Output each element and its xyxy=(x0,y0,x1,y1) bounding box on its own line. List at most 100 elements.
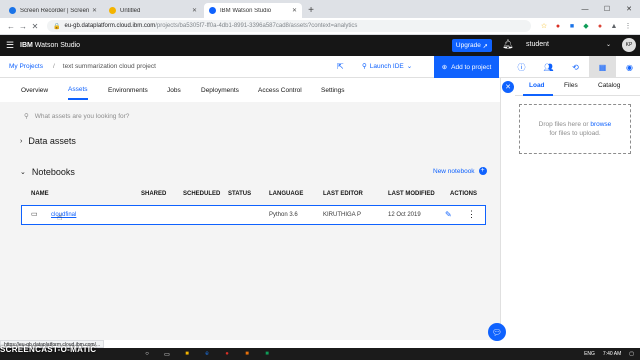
panel-tab-load[interactable]: Load xyxy=(529,82,545,93)
notebook-icon: ▭ xyxy=(31,211,38,218)
assets-main: ⚲ What assets are you looking for? › Dat… xyxy=(0,102,500,340)
system-tray: ENG 7:40 AM ▢ xyxy=(584,348,634,360)
browser-tab-screencast[interactable]: Screen Recorder | Screencast-O ✕ xyxy=(4,3,102,18)
browse-link[interactable]: browse xyxy=(590,121,611,128)
url-input[interactable]: 🔒 eu-gb.dataplatform.cloud.ibm.com/proje… xyxy=(47,20,531,32)
tab-settings[interactable]: Settings xyxy=(321,87,345,99)
tray-lang[interactable]: ENG xyxy=(584,351,595,357)
table-row[interactable]: ▭ cloudfinal Python 3.6 KIRUTHIGA P 12 O… xyxy=(21,205,486,225)
plus-icon: + xyxy=(478,167,487,175)
tab-environments[interactable]: Environments xyxy=(108,87,148,99)
tab-access-control[interactable]: Access Control xyxy=(258,87,302,99)
drop-line1: Drop files here or xyxy=(538,121,589,128)
tab-deployments[interactable]: Deployments xyxy=(201,87,239,99)
panel-tab-catalog[interactable]: Catalog xyxy=(598,82,620,93)
export-icon[interactable]: ⇱ xyxy=(337,62,344,71)
window-controls: — ☐ ✕ xyxy=(574,0,640,18)
cell-language: Python 3.6 xyxy=(269,212,298,218)
extension-icon[interactable]: ▲ xyxy=(608,21,620,31)
launch-ide-button[interactable]: ⚲ Launch IDE ⌄ xyxy=(362,62,412,71)
mouse-cursor-icon: ☝︎ xyxy=(57,212,63,222)
stop-icon[interactable]: ✕ xyxy=(29,22,41,31)
close-tab-icon[interactable]: ✕ xyxy=(92,7,97,14)
add-to-project-button[interactable]: ⊕ Add to project xyxy=(434,56,499,78)
maximize-icon[interactable]: ☐ xyxy=(596,0,618,18)
chevron-down-icon[interactable]: ⌄ xyxy=(606,41,611,48)
collaborators-icon[interactable]: 👥︎ xyxy=(535,56,562,78)
notebooks-section[interactable]: ⌄ Notebooks xyxy=(20,167,75,177)
app-icon[interactable]: ■ xyxy=(260,349,274,359)
search-taskbar-icon[interactable]: ○ xyxy=(140,349,154,359)
rocket-icon: ➚ xyxy=(482,42,489,50)
asset-search[interactable]: ⚲ What assets are you looking for? xyxy=(24,112,130,121)
compass-icon[interactable]: ◉ xyxy=(616,56,640,78)
url-host: eu-gb.dataplatform.cloud.ibm.com xyxy=(64,23,156,29)
chat-support-button[interactable]: 💬︎ xyxy=(488,323,506,341)
extension-icon[interactable]: ● xyxy=(594,21,606,31)
brand-product: Watson Studio xyxy=(32,42,81,49)
edit-pencil-icon[interactable]: ✎ xyxy=(445,210,452,219)
tray-clock[interactable]: 7:40 AM xyxy=(603,351,621,357)
back-icon[interactable]: ← xyxy=(5,22,17,31)
column-header-shared[interactable]: SHARED xyxy=(141,191,166,197)
launch-icon: ⚲ xyxy=(362,63,367,70)
new-notebook-button[interactable]: New notebook + xyxy=(433,167,487,175)
column-header-last-editor[interactable]: LAST EDITOR xyxy=(323,191,363,197)
extension-icon[interactable]: ◆ xyxy=(580,21,592,31)
account-name[interactable]: student xyxy=(526,41,549,48)
panel-tab-files[interactable]: Files xyxy=(564,82,578,93)
new-tab-button[interactable]: + xyxy=(304,5,318,16)
close-tab-icon[interactable]: ✕ xyxy=(292,7,297,14)
tab-jobs[interactable]: Jobs xyxy=(167,87,181,99)
avatar[interactable]: KP xyxy=(622,38,636,52)
search-input[interactable]: What assets are you looking for? xyxy=(35,113,130,120)
notebook-name-link[interactable]: cloudfinal xyxy=(51,212,76,218)
tab-overview[interactable]: Overview xyxy=(21,87,48,99)
browser-tab-untitled[interactable]: Untitled ✕ xyxy=(104,3,202,18)
chrome-icon[interactable]: ● xyxy=(220,349,234,359)
column-header-status[interactable]: STATUS xyxy=(228,191,251,197)
forward-icon[interactable]: → xyxy=(17,22,29,31)
upgrade-label: Upgrade xyxy=(455,42,481,49)
app-icon[interactable]: ■ xyxy=(240,349,254,359)
upgrade-button[interactable]: Upgrade ➚ xyxy=(452,39,492,52)
app-brand[interactable]: IBM Watson Studio xyxy=(20,42,80,49)
drop-zone-text: Drop files here or browse xyxy=(539,120,612,129)
column-header-name[interactable]: NAME xyxy=(31,191,49,197)
overflow-menu-icon[interactable]: ⋮ xyxy=(467,209,476,220)
file-explorer-icon[interactable]: ■ xyxy=(180,349,194,359)
panel-tab-indicator xyxy=(523,94,553,96)
edge-icon[interactable]: e xyxy=(200,349,214,359)
column-header-scheduled[interactable]: SCHEDULED xyxy=(183,191,220,197)
extension-icon[interactable]: ● xyxy=(552,21,564,31)
data-assets-section[interactable]: › Data assets xyxy=(20,136,76,146)
browser-menu-icon[interactable]: ⋮ xyxy=(622,21,634,31)
lock-icon: 🔒 xyxy=(53,23,61,30)
column-header-language[interactable]: LANGUAGE xyxy=(269,191,303,197)
info-icon[interactable]: ⓘ xyxy=(508,56,535,78)
search-icon: ⚲ xyxy=(24,113,29,120)
history-icon[interactable]: ⟲ xyxy=(562,56,589,78)
column-header-last-modified[interactable]: LAST MODIFIED xyxy=(388,191,435,197)
close-panel-icon[interactable]: ✕ xyxy=(502,81,514,93)
new-notebook-label: New notebook xyxy=(433,167,475,175)
hamburger-menu-icon[interactable]: ☰ xyxy=(0,40,20,51)
breadcrumb-my-projects[interactable]: My Projects xyxy=(9,63,43,70)
close-tab-icon[interactable]: ✕ xyxy=(192,7,197,14)
extension-icon[interactable]: ■ xyxy=(566,21,578,31)
browser-tab-watson[interactable]: IBM Watson Studio ✕ xyxy=(204,3,302,18)
bookmark-star-icon[interactable]: ☆ xyxy=(538,21,550,31)
chat-icon: 💬︎ xyxy=(491,327,503,337)
breadcrumb-project-name: text summarization cloud project xyxy=(62,63,156,70)
minimize-icon[interactable]: — xyxy=(574,0,596,18)
notebooks-title: Notebooks xyxy=(31,167,75,177)
breadcrumb-separator: / xyxy=(52,63,55,70)
tab-assets[interactable]: Assets xyxy=(68,86,88,100)
data-assets-icon[interactable]: ▦ xyxy=(589,56,616,78)
file-drop-zone[interactable]: Drop files here or browse for files to u… xyxy=(519,104,631,154)
notification-bell-icon[interactable]: 🔔︎ xyxy=(502,39,513,50)
notification-center-icon[interactable]: ▢ xyxy=(629,351,634,357)
task-view-icon[interactable]: ▭ xyxy=(160,349,174,359)
close-window-icon[interactable]: ✕ xyxy=(618,0,640,18)
column-header-actions: ACTIONS xyxy=(450,191,477,197)
